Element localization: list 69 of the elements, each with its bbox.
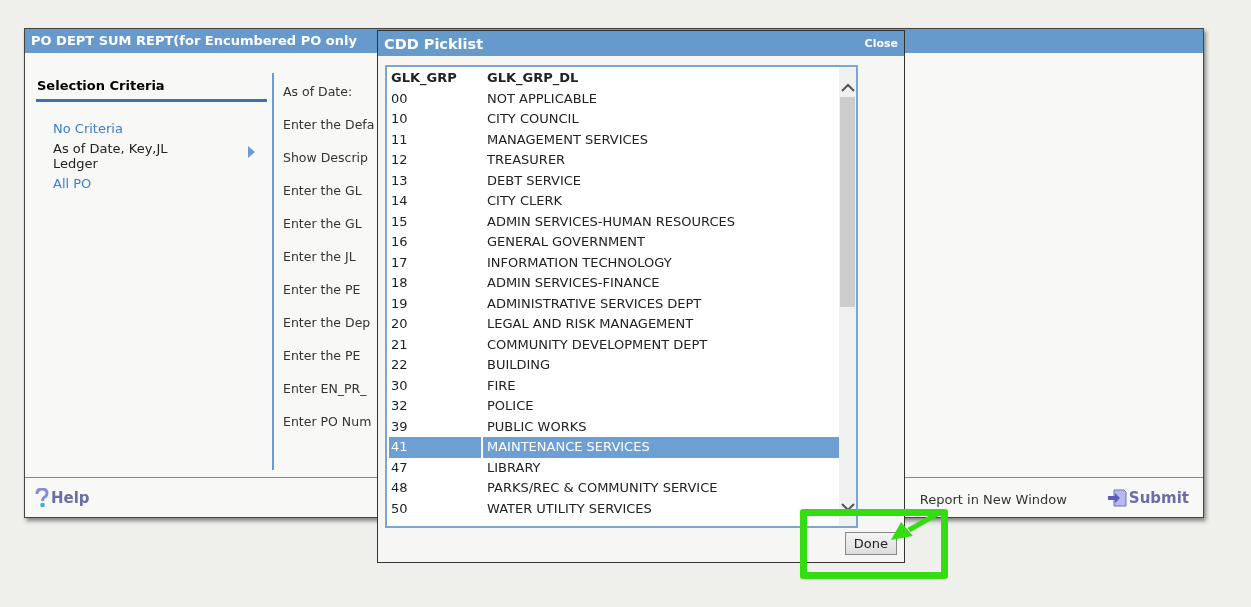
code-cell[interactable]: 20 xyxy=(389,314,483,335)
criteria-item[interactable]: As of Date, Key,JL Ledger xyxy=(53,141,267,171)
question-icon xyxy=(35,487,49,508)
code-cell[interactable]: 16 xyxy=(389,232,483,253)
name-cell[interactable]: INFORMATION TECHNOLOGY xyxy=(483,252,672,273)
dialog-title: CDD Picklist xyxy=(384,35,484,52)
submit-button[interactable]: Submit xyxy=(1106,488,1189,507)
code-cell[interactable]: 12 xyxy=(389,150,483,171)
code-cell[interactable]: 19 xyxy=(389,293,483,314)
field-label: Enter the JL xyxy=(283,249,357,266)
name-cell[interactable]: TREASURER xyxy=(483,150,566,171)
report-option-label: Report in New Window xyxy=(919,492,1067,507)
name-cell[interactable]: WATER UTILITY SERVICES xyxy=(483,498,652,519)
name-cell[interactable]: NOT APPLICABLE xyxy=(483,88,598,109)
field-label: Enter the GL xyxy=(283,216,363,233)
scroll-up-icon[interactable] xyxy=(840,83,855,93)
scroll-thumb[interactable] xyxy=(840,97,855,307)
code-cell[interactable]: 00 xyxy=(389,88,483,109)
name-cell[interactable]: CITY CLERK xyxy=(483,191,563,212)
help-button[interactable]: Help xyxy=(35,487,90,508)
name-cell[interactable]: BUILDING xyxy=(483,355,551,376)
code-cell[interactable]: 11 xyxy=(389,129,483,150)
code-cell[interactable]: 17 xyxy=(389,252,483,273)
triangle-icon xyxy=(248,146,255,158)
field-label: Show Descrip xyxy=(283,150,369,167)
field-label: Enter the GL xyxy=(283,183,363,200)
submit-icon xyxy=(1106,488,1127,507)
name-cell[interactable]: ADMIN SERVICES-FINANCE xyxy=(483,273,660,294)
code-cell[interactable]: 13 xyxy=(389,170,483,191)
code-cell[interactable]: 50 xyxy=(389,498,483,519)
field-label: Enter the PE xyxy=(283,282,362,299)
field-label: As of Date: xyxy=(283,84,354,101)
criteria-item[interactable]: No Criteria xyxy=(53,121,267,136)
column-header: GLK_GRP xyxy=(390,69,458,88)
code-cell[interactable]: 48 xyxy=(389,478,483,499)
name-cell[interactable]: DEBT SERVICE xyxy=(483,170,582,191)
name-cell[interactable]: CITY COUNCIL xyxy=(483,109,579,130)
code-cell[interactable]: 14 xyxy=(389,191,483,212)
code-cell[interactable]: 10 xyxy=(389,109,483,130)
name-cell[interactable]: PUBLIC WORKS xyxy=(483,416,587,437)
field-label: Enter the PE xyxy=(283,348,362,365)
scroll-down-icon[interactable] xyxy=(840,502,855,512)
field-label: Enter the Dep xyxy=(283,315,372,332)
scrollbar[interactable] xyxy=(839,67,856,526)
code-cell[interactable]: 32 xyxy=(389,396,483,417)
code-cell[interactable]: 39 xyxy=(389,416,483,437)
criteria-item[interactable]: All PO xyxy=(53,176,267,191)
name-cell[interactable]: COMMUNITY DEVELOPMENT DEPT xyxy=(483,334,708,355)
code-cell[interactable]: 21 xyxy=(389,334,483,355)
code-cell[interactable]: 15 xyxy=(389,211,483,232)
field-label: Enter EN_PR_ xyxy=(283,381,368,398)
field-label: Enter the Defa xyxy=(283,117,375,134)
name-cell[interactable]: PARKS/REC & COMMUNITY SERVICE xyxy=(483,478,718,499)
done-button[interactable]: Done xyxy=(844,532,897,555)
name-cell[interactable]: MANAGEMENT SERVICES xyxy=(483,129,649,150)
code-cell[interactable]: 22 xyxy=(389,355,483,376)
name-cell[interactable]: ADMIN SERVICES-HUMAN RESOURCES xyxy=(483,211,735,232)
name-cell[interactable]: GENERAL GOVERNMENT xyxy=(483,232,646,253)
sidebar-heading: Selection Criteria xyxy=(36,73,267,102)
name-cell[interactable]: LEGAL AND RISK MANAGEMENT xyxy=(483,314,694,335)
field-label: Enter PO Num xyxy=(283,414,373,431)
name-cell[interactable]: POLICE xyxy=(483,396,534,417)
name-cell[interactable]: ADMINISTRATIVE SERVICES DEPT xyxy=(483,293,702,314)
name-cell[interactable]: LIBRARY xyxy=(483,457,541,478)
name-cell[interactable]: FIRE xyxy=(483,375,516,396)
code-cell[interactable]: 30 xyxy=(389,375,483,396)
code-cell[interactable]: 47 xyxy=(389,457,483,478)
code-cell[interactable]: 18 xyxy=(389,273,483,294)
column-header: GLK_GRP_DL xyxy=(486,69,579,88)
